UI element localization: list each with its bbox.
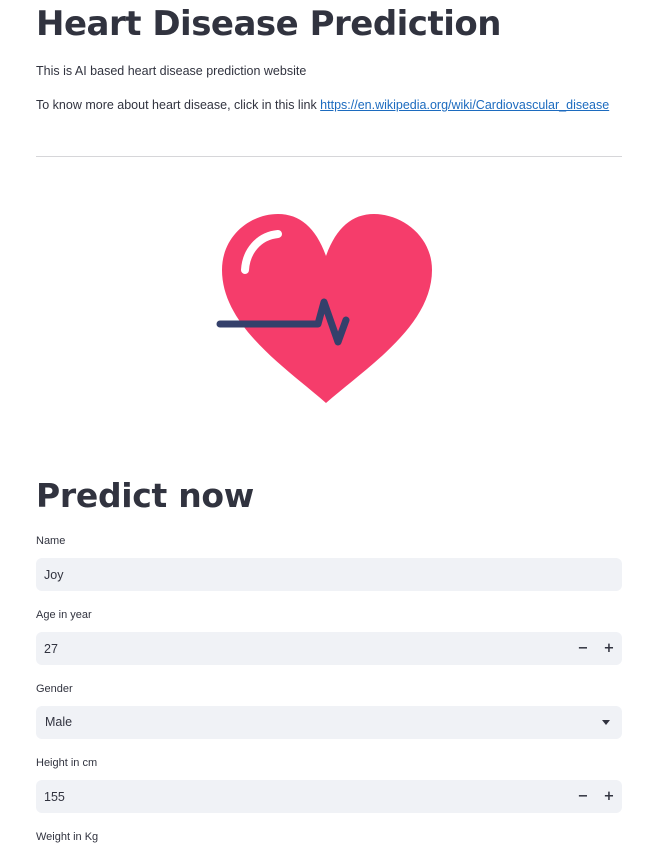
age-decrement-button[interactable]: − [570, 632, 596, 665]
height-stepper-buttons: − + [570, 780, 622, 813]
height-input[interactable] [36, 780, 536, 813]
gender-select[interactable]: Male [36, 706, 622, 739]
age-input[interactable] [36, 632, 536, 665]
more-info-text: To know more about heart disease, click … [36, 98, 321, 112]
height-label: Height in cm [36, 757, 98, 769]
name-label: Name [36, 535, 66, 547]
chevron-down-icon [602, 720, 610, 725]
height-stepper: − + [36, 780, 622, 813]
height-increment-button[interactable]: + [596, 780, 622, 813]
age-stepper-buttons: − + [570, 632, 622, 665]
more-info-line: To know more about heart disease, click … [36, 98, 609, 112]
page-title: Heart Disease Prediction [36, 4, 501, 44]
intro-text: This is AI based heart disease predictio… [36, 64, 307, 78]
height-decrement-button[interactable]: − [570, 780, 596, 813]
age-label: Age in year [36, 609, 92, 621]
divider [36, 156, 622, 157]
heart-image [216, 208, 436, 408]
name-field-container [36, 558, 622, 591]
age-increment-button[interactable]: + [596, 632, 622, 665]
wikipedia-link[interactable]: https://en.wikipedia.org/wiki/Cardiovasc… [320, 98, 609, 112]
name-input[interactable] [36, 558, 622, 591]
age-stepper: − + [36, 632, 622, 665]
gender-selected-value: Male [45, 715, 73, 729]
weight-label: Weight in Kg [36, 831, 99, 843]
heart-pulse-icon [216, 214, 432, 403]
gender-label: Gender [36, 683, 73, 695]
predict-heading: Predict now [36, 476, 254, 515]
